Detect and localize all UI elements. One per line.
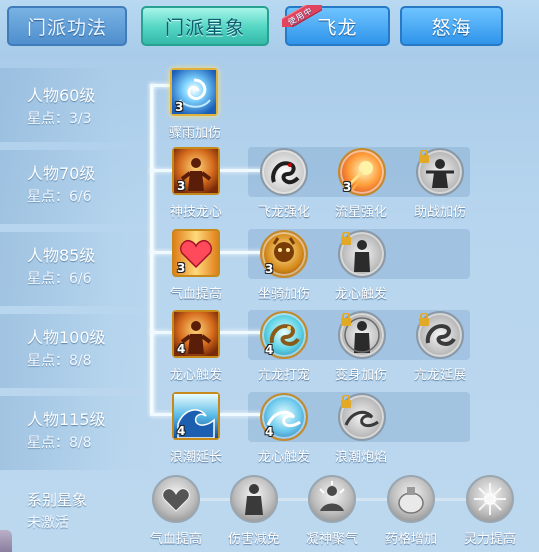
tier-panel-115: 人物115级 星点：8/8 [0,396,160,470]
tab-nuhai[interactable]: 怒海 [400,6,503,46]
system-star-title: 系别星象 [27,491,88,509]
tab-feilong[interactable]: 使用中 飞龙 [282,5,390,46]
system-node-medicine[interactable] [387,475,435,523]
tier-title: 人物85级 [27,246,96,265]
system-node-label: 气血提高 [149,532,202,547]
lock-icon [419,150,429,163]
tier-points: 星点：6/6 [27,189,92,205]
node-label: 飞龙强化 [257,205,310,220]
node-label: 龙心触发 [257,450,310,465]
star-node-transform-damage[interactable] [338,311,386,359]
branch-line [150,413,172,416]
star-node-meteor-enhance[interactable]: 3 [338,148,386,196]
system-node-label: 凝神聚气 [305,532,358,547]
system-node-focus[interactable] [308,475,356,523]
dragon-icon [271,161,300,185]
branch-line [150,251,172,254]
branch-line [150,169,172,172]
tier-panel-60: 人物60级 星点：3/3 [0,68,160,142]
tier-points: 星点：8/8 [27,435,92,451]
star-node-storm-damage[interactable]: 3 [170,68,218,116]
tab-feilong-label: 飞龙 [317,16,358,39]
node-label: 亢龙延展 [413,368,466,383]
branch-line [150,84,172,87]
in-use-badge-text: 使用中 [282,5,322,27]
node-label: 龙心触发 [169,368,222,383]
node-label: 流星强化 [334,205,387,220]
node-count: 4 [265,343,274,357]
node-count: 4 [177,424,186,438]
node-label: 浪潮炮焰 [334,450,387,465]
node-label: 坐骑加伤 [257,287,310,302]
star-node-kanglong-pet[interactable]: 4 [260,311,308,359]
system-node-hp[interactable] [152,475,200,523]
tree-trunk-line [150,84,154,414]
node-label: 浪潮延长 [169,450,222,465]
tier-panel-85: 人物85级 星点：6/6 [0,232,160,306]
star-node-dragon-enhance[interactable] [260,148,308,196]
in-use-badge: 使用中 [282,5,322,27]
star-node-assist-damage[interactable] [416,148,464,196]
node-label: 亢龙打宠 [257,368,310,383]
tab-school-skill[interactable]: 门派功法 [7,6,127,46]
tier-title: 人物100级 [27,328,106,347]
lock-icon [419,313,429,326]
lock-icon [341,395,351,408]
node-count: 3 [265,262,274,276]
branch-line [150,331,172,334]
system-star-status: 未激活 [27,515,69,531]
tier-title: 人物70级 [27,164,96,183]
node-label: 神技龙心 [169,205,222,220]
node-count: 3 [177,179,186,193]
node-label: 气血提高 [169,287,222,302]
system-node-damage-reduce[interactable] [230,475,278,523]
row-connector [220,413,262,416]
node-count: 3 [177,261,186,275]
node-label: 助战加伤 [413,205,466,220]
node-label: 骤雨加伤 [168,126,221,141]
star-node-dragon-heart-trigger[interactable] [338,230,386,278]
tier-panel-70: 人物70级 星点：6/6 [0,150,160,224]
potion-icon [398,487,424,514]
star-node-wave-cannon[interactable] [338,393,386,441]
node-count: 3 [175,100,184,114]
lock-icon [341,313,351,326]
tier-points: 星点：3/3 [27,111,92,127]
star-node-dragon-heart-trigger[interactable]: 4 [260,393,308,441]
node-count: 4 [177,342,186,356]
tab-bar: 门派功法 门派星象 使用中 飞龙 怒海 [0,0,539,56]
meditate-icon [319,481,345,511]
row-connector [220,169,262,172]
burst-icon [474,483,506,515]
tier-title: 人物115级 [27,410,106,429]
system-node-spirit[interactable] [466,475,514,523]
star-node-kanglong-extend[interactable] [416,311,464,359]
row-connector [220,331,262,334]
system-node-label: 药格增加 [384,532,437,547]
heart-icon [162,488,190,512]
tab-school-star[interactable]: 门派星象 [141,6,269,46]
star-node-skill-dragon-heart[interactable]: 3 [172,147,220,195]
system-node-label: 灵力提高 [463,532,516,547]
armor-figure-icon [245,484,263,515]
star-node-mount-damage[interactable]: 3 [260,230,308,278]
node-label: 龙心触发 [334,287,387,302]
system-node-label: 伤害减免 [227,532,280,547]
tier-panel-100: 人物100级 星点：8/8 [0,314,160,388]
row-connector [220,251,262,254]
star-node-hp-boost[interactable]: 3 [172,229,220,277]
tier-title: 人物60级 [27,86,96,105]
node-count: 4 [265,425,274,439]
tier-points: 星点：8/8 [27,353,92,369]
lock-icon [341,232,351,245]
star-node-dragon-heart-trigger[interactable]: 4 [172,310,220,358]
node-count: 3 [343,180,352,194]
node-label: 变身加伤 [334,368,387,383]
corner-decoration [0,530,12,552]
tier-points: 星点：6/6 [27,271,92,287]
star-node-wave-extend[interactable]: 4 [172,392,220,440]
